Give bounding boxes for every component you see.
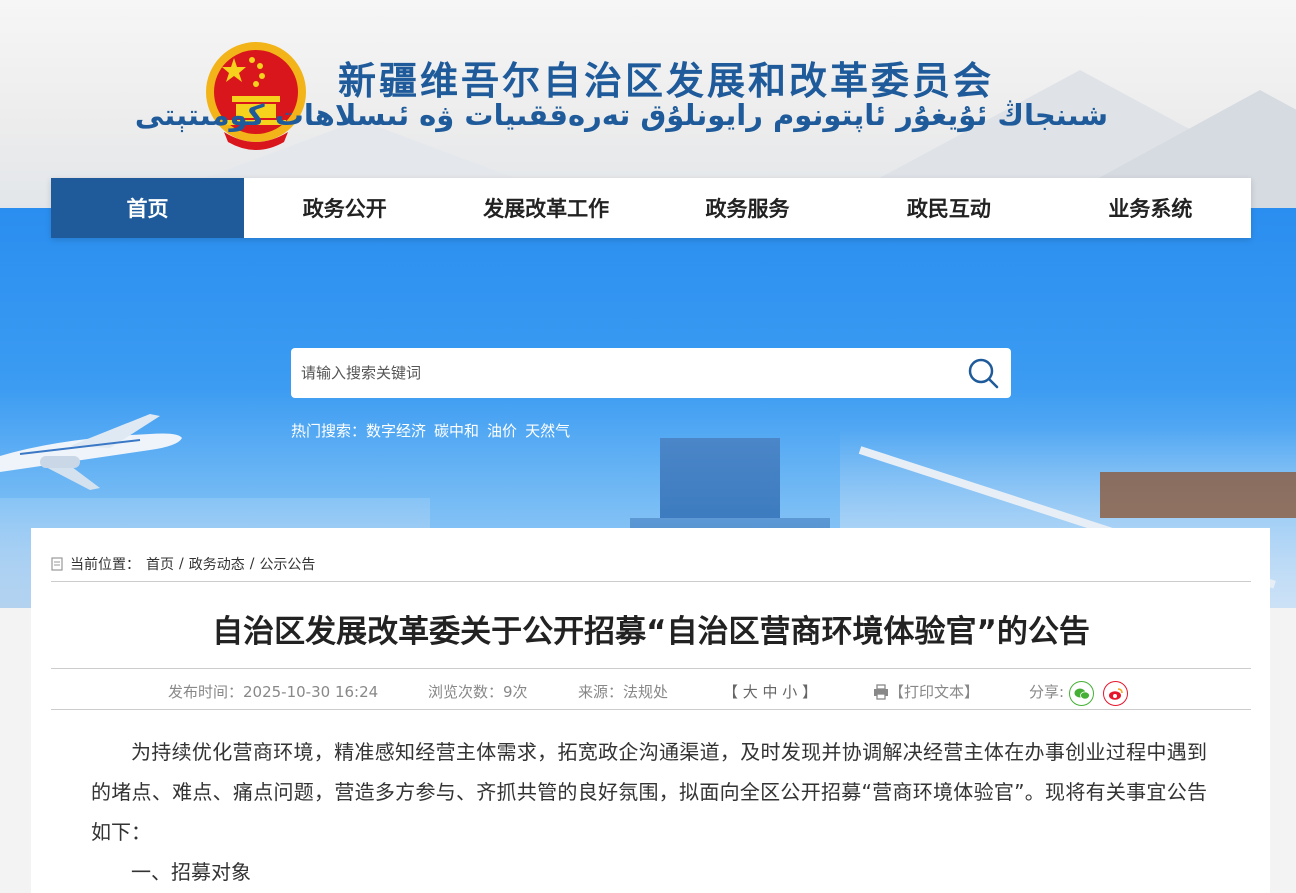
nav-item-business-systems[interactable]: 业务系统 bbox=[1050, 178, 1251, 238]
nav-item-development-reform[interactable]: 发展改革工作 bbox=[445, 178, 646, 238]
weibo-share-button[interactable] bbox=[1103, 681, 1128, 706]
breadcrumb: 当前位置： 首页 / 政务动态 / 公示公告 bbox=[51, 554, 315, 574]
article-title: 自治区发展改革委关于公开招募“自治区营商环境体验官”的公告 bbox=[212, 614, 1090, 650]
breadcrumb-news[interactable]: 政务动态 bbox=[189, 554, 245, 574]
breadcrumb-home[interactable]: 首页 bbox=[146, 554, 174, 574]
nav-item-home[interactable]: 首页 bbox=[51, 178, 244, 238]
breadcrumb-separator: / bbox=[179, 556, 184, 572]
main-nav: 首页 政务公开 发展改革工作 政务服务 政民互动 业务系统 bbox=[51, 178, 1251, 238]
hot-keyword[interactable]: 天然气 bbox=[525, 422, 570, 440]
divider bbox=[51, 668, 1251, 669]
location-icon bbox=[51, 557, 63, 571]
nav-item-government-affairs[interactable]: 政务公开 bbox=[244, 178, 445, 238]
article-meta: 发布时间：2025-10-30 16:24 浏览次数：9次 来源：法规处 【 大… bbox=[51, 678, 1251, 706]
hot-keyword[interactable]: 油价 bbox=[487, 422, 517, 440]
train-decoration bbox=[1100, 472, 1296, 518]
search-button[interactable] bbox=[955, 348, 1011, 398]
nav-item-interaction[interactable]: 政民互动 bbox=[848, 178, 1049, 238]
font-size-switcher[interactable]: 【 大 中 小 】 bbox=[723, 681, 817, 702]
search-input[interactable] bbox=[291, 348, 955, 398]
hot-search: 热门搜索：数字经济 碳中和 油价 天然气 bbox=[291, 420, 578, 441]
site-title-uyghur: شىنجاڭ ئۇيغۇر ئاپتونوم رايونلۇق تەرەققىي… bbox=[134, 98, 1108, 132]
wechat-share-button[interactable] bbox=[1069, 681, 1094, 706]
breadcrumb-label: 当前位置： bbox=[70, 557, 140, 573]
weibo-icon bbox=[1108, 687, 1123, 700]
airplane-illustration bbox=[0, 414, 182, 490]
search-box bbox=[291, 348, 1011, 398]
article-paragraph: 为持续优化营商环境，精准感知经营主体需求，拓宽政企沟通渠道，及时发现并协调解决经… bbox=[91, 740, 1207, 844]
article-card: 当前位置： 首页 / 政务动态 / 公示公告 自治区发展改革委关于公开招募“自治… bbox=[31, 528, 1270, 893]
article-source: 来源：法规处 bbox=[578, 683, 669, 701]
print-label: 【打印文本】 bbox=[889, 683, 980, 701]
hot-search-label: 热门搜索： bbox=[291, 422, 367, 440]
view-count: 浏览次数：9次 bbox=[428, 683, 528, 701]
publish-time: 发布时间：2025-10-30 16:24 bbox=[168, 683, 379, 701]
article-section-heading: 一、招募对象 bbox=[131, 860, 251, 884]
site-title-chinese: 新疆维吾尔自治区发展和改革委员会 bbox=[338, 59, 995, 103]
share-label: 分享: bbox=[1029, 683, 1065, 701]
search-icon bbox=[968, 358, 999, 389]
breadcrumb-separator: / bbox=[249, 556, 255, 572]
share-buttons bbox=[1069, 678, 1149, 706]
wechat-icon bbox=[1074, 688, 1090, 699]
hot-keyword[interactable]: 数字经济 bbox=[366, 422, 426, 440]
nav-item-government-services[interactable]: 政务服务 bbox=[647, 178, 848, 238]
divider bbox=[51, 709, 1251, 710]
breadcrumb-announcements[interactable]: 公示公告 bbox=[259, 554, 315, 574]
hot-keyword[interactable]: 碳中和 bbox=[434, 422, 479, 440]
divider bbox=[51, 581, 1251, 582]
article-body: 为持续优化营商环境，精准感知经营主体需求，拓宽政企沟通渠道，及时发现并协调解决经… bbox=[91, 732, 1207, 892]
print-button[interactable]: 【打印文本】 bbox=[873, 681, 979, 702]
printer-icon bbox=[874, 683, 888, 700]
